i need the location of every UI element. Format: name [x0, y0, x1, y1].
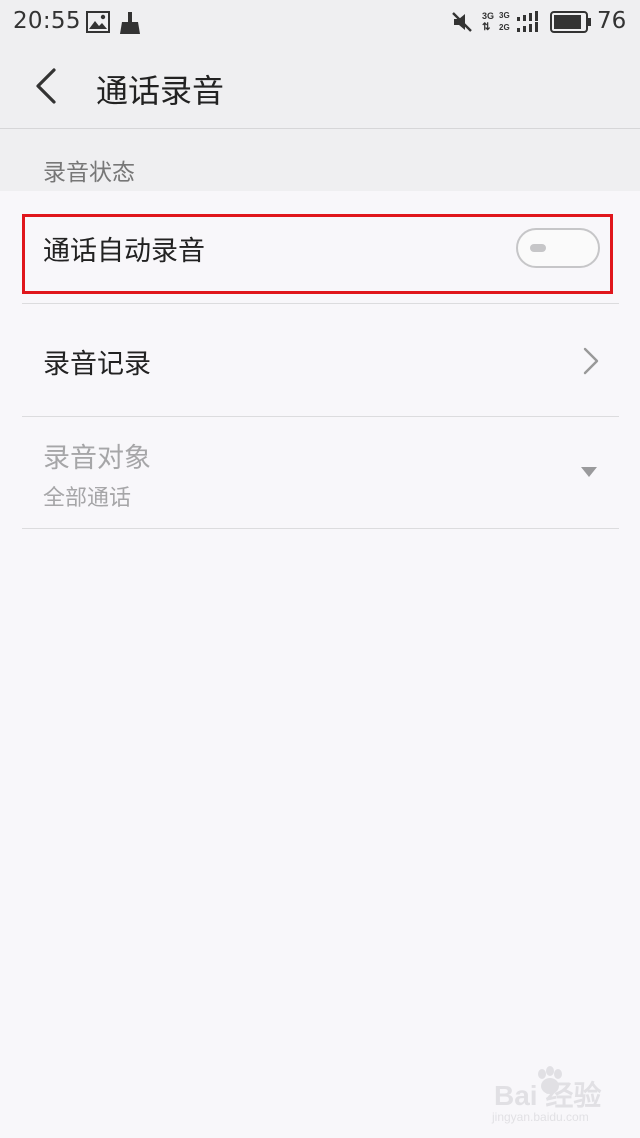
record-target-label: 录音对象 [43, 443, 151, 474]
watermark-url: jingyan.baidu.com [492, 1110, 589, 1124]
records-row[interactable]: 录音记录 [22, 304, 619, 417]
page-title: 通话录音 [96, 72, 225, 110]
signal-icon [517, 11, 538, 32]
record-target-row[interactable]: 录音对象 全部通话 [22, 416, 619, 529]
network-2g-icon: 3G 2G [499, 11, 510, 32]
back-button[interactable] [26, 64, 70, 108]
section-title: 录音状态 [43, 160, 135, 186]
broom-icon [120, 12, 140, 34]
app-header: 通话录音 [0, 46, 640, 129]
auto-record-toggle[interactable] [516, 228, 600, 268]
baidu-watermark: Bai 经验 jingyan.baidu.com [488, 1066, 628, 1126]
status-time: 20:55 [13, 8, 81, 34]
records-label: 录音记录 [43, 349, 151, 380]
record-target-value: 全部通话 [43, 486, 132, 511]
image-icon [86, 11, 110, 33]
network-3g-icon: 3G ⇅ [482, 11, 495, 33]
watermark-text: Bai 经验 [494, 1080, 602, 1111]
battery-icon [550, 11, 591, 33]
battery-level: 76 [597, 8, 627, 34]
status-bar: 20:55 3G ⇅ 3G 2G 76 [0, 0, 640, 46]
chevron-right-icon [583, 347, 599, 375]
section-header: 录音状态 [0, 129, 640, 191]
dropdown-arrow-icon [581, 467, 597, 477]
toggle-knob [530, 244, 546, 252]
mute-icon [452, 12, 472, 32]
chevron-left-icon [36, 68, 56, 104]
